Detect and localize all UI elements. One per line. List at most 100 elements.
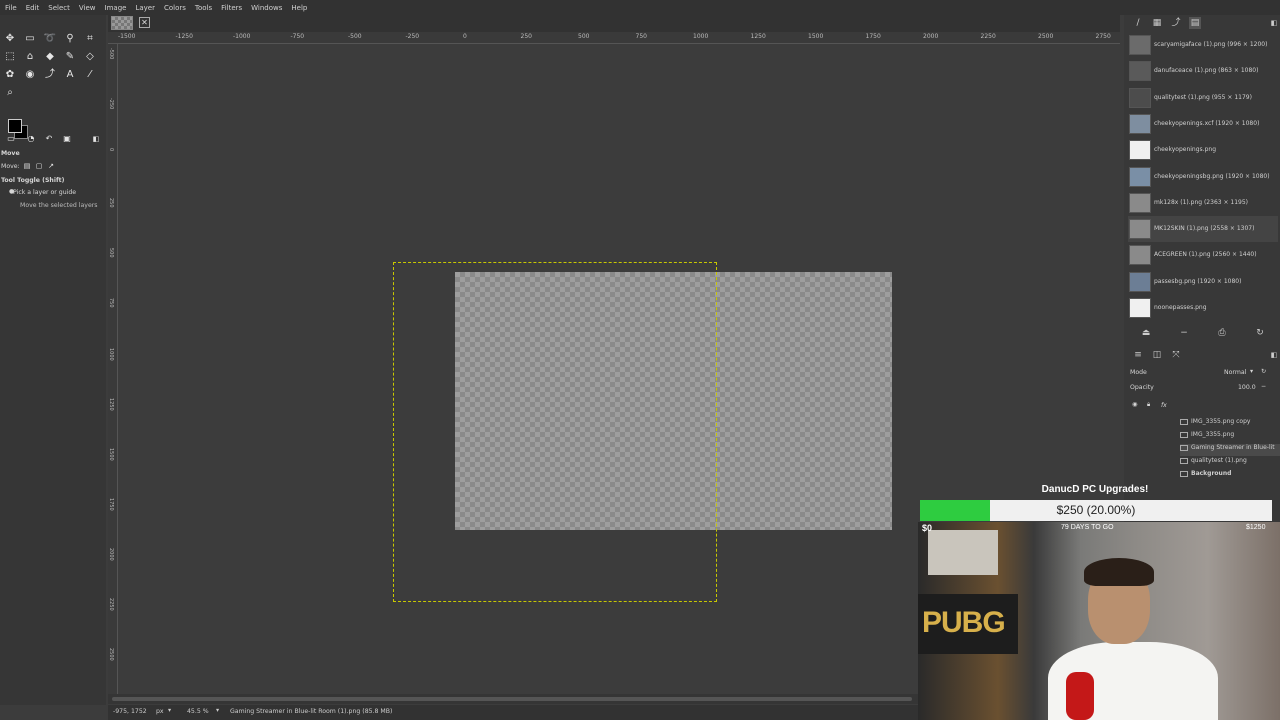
- panel-menu-icon[interactable]: ◧: [1268, 17, 1280, 29]
- images-tab-icon[interactable]: ▤: [1189, 17, 1201, 29]
- mode-select[interactable]: Normal: [1224, 369, 1246, 376]
- layer-row[interactable]: IMG_3355.png copy: [1180, 418, 1250, 430]
- menu-file[interactable]: File: [5, 4, 17, 12]
- fuzzy-select-icon[interactable]: ⚲: [63, 32, 77, 46]
- opacity-label: Opacity: [1130, 384, 1154, 391]
- image-list-item[interactable]: passesbg.png (1920 × 1080): [1128, 269, 1278, 295]
- fx-icon[interactable]: fx: [1161, 402, 1167, 409]
- image-list-item[interactable]: noonepasses.png: [1128, 295, 1278, 321]
- visibility-icon[interactable]: ◉: [1132, 401, 1137, 408]
- text-tool-icon[interactable]: A: [63, 68, 77, 82]
- scroll-thumb[interactable]: [112, 697, 912, 701]
- horizontal-ruler: -1500 -1250 -1000 -750 -500 -250 0 250 500 750 100…: [108, 32, 1120, 44]
- menu-image[interactable]: Image: [105, 4, 127, 12]
- clone-icon[interactable]: ✿: [3, 68, 17, 82]
- lasso-icon[interactable]: ➰: [43, 32, 57, 46]
- menu-help[interactable]: Help: [291, 4, 307, 12]
- images-tab-icon[interactable]: ▣: [60, 132, 74, 146]
- mode-label: Mode: [1130, 369, 1147, 376]
- image-thumbnail: [1129, 166, 1151, 187]
- layer-row[interactable]: Background: [1180, 470, 1231, 482]
- image-list-item[interactable]: mk128x (1).png (2363 × 1195): [1128, 190, 1278, 216]
- refresh-icon[interactable]: ↻: [1254, 327, 1266, 339]
- image-list-item[interactable]: danufaceace (1).png (863 × 1080): [1128, 58, 1278, 84]
- chevron-down-icon[interactable]: ▾: [1250, 368, 1253, 375]
- menu-view[interactable]: View: [79, 4, 96, 12]
- chevron-down-icon[interactable]: ▾: [216, 707, 219, 714]
- unified-transform-icon[interactable]: ⬚: [3, 50, 17, 64]
- panel-menu-icon[interactable]: ◧: [1268, 349, 1280, 361]
- menu-windows[interactable]: Windows: [251, 4, 282, 12]
- opacity-stepper-icon[interactable]: −: [1261, 383, 1266, 390]
- layer-row[interactable]: qualitytest (1).png: [1180, 457, 1247, 469]
- chevron-down-icon[interactable]: ▾: [168, 707, 171, 714]
- ruler-tick-label: -750: [290, 33, 305, 40]
- streamer-hair: [1084, 558, 1154, 586]
- paths-icon[interactable]: ⤴: [43, 68, 57, 82]
- image-label: passesbg.png (1920 × 1080): [1154, 277, 1242, 285]
- menu-layer[interactable]: Layer: [135, 4, 155, 12]
- image-list-item[interactable]: cheekyopenings.xcf (1920 × 1080): [1128, 111, 1278, 137]
- menu-colors[interactable]: Colors: [164, 4, 186, 12]
- image-list-item[interactable]: ACEGREEN (1).png (2560 × 1440): [1128, 242, 1278, 268]
- ruler-tick-label: 1250: [750, 33, 766, 40]
- unit-select[interactable]: px: [156, 708, 164, 715]
- menu-edit[interactable]: Edit: [26, 4, 40, 12]
- print-icon[interactable]: ⎙: [1216, 327, 1228, 339]
- move-tool-icon[interactable]: ✥: [3, 32, 17, 46]
- raise-image-icon[interactable]: ⏏: [1140, 327, 1152, 339]
- option-move-selected[interactable]: Move the selected layers: [20, 202, 98, 209]
- paths-tab-icon[interactable]: ⤧: [1170, 349, 1182, 361]
- lock-icon[interactable]: 🔒︎: [1147, 401, 1150, 409]
- paintbrush-icon[interactable]: ✎: [63, 50, 77, 64]
- option-pick-layer[interactable]: Pick a layer or guide: [13, 189, 76, 196]
- move-path-icon[interactable]: ↗: [44, 159, 58, 173]
- ruler-tick-label: -250: [405, 33, 420, 40]
- ruler-tick-label: 500: [108, 248, 114, 258]
- zoom-icon[interactable]: ⌕: [3, 86, 17, 100]
- goal-days: 79 DAYS TO GO: [1061, 524, 1114, 531]
- eraser-icon[interactable]: ◇: [83, 50, 97, 64]
- fonts-tab-icon[interactable]: ⤴: [1170, 17, 1182, 29]
- image-list-item[interactable]: cheekyopeningsbg.png (1920 × 1080): [1128, 164, 1278, 190]
- move-label: Move:: [1, 163, 20, 170]
- tool-options-tab-icon[interactable]: ▭: [4, 132, 18, 146]
- menu-tools[interactable]: Tools: [195, 4, 212, 12]
- layer-row[interactable]: Gaming Streamer in Blue-lit: [1180, 444, 1280, 456]
- reset-mode-icon[interactable]: ↻: [1261, 368, 1266, 375]
- image-tab-thumbnail[interactable]: [111, 16, 133, 30]
- color-picker-icon[interactable]: ⁄: [83, 68, 97, 82]
- panel-menu-icon[interactable]: ◧: [89, 132, 103, 146]
- layers-tab-icon[interactable]: ≡: [1132, 349, 1144, 361]
- radio-selected-icon[interactable]: ●: [9, 188, 14, 195]
- menu-filters[interactable]: Filters: [221, 4, 242, 12]
- image-label: MK12SKIN (1).png (2558 × 1307): [1154, 225, 1255, 233]
- layer-row[interactable]: IMG_3355.png: [1180, 431, 1234, 443]
- ruler-tick-label: 500: [578, 33, 590, 40]
- warp-icon[interactable]: ⌂: [23, 50, 37, 64]
- channels-tab-icon[interactable]: ◫: [1151, 349, 1163, 361]
- remove-image-icon[interactable]: −: [1178, 327, 1190, 339]
- smudge-icon[interactable]: ◉: [23, 68, 37, 82]
- opacity-value[interactable]: 100.0: [1238, 384, 1256, 391]
- undo-history-icon[interactable]: ↶: [42, 132, 56, 146]
- rect-select-icon[interactable]: ▭: [23, 32, 37, 46]
- device-status-icon[interactable]: ◔: [24, 132, 38, 146]
- goal-end: $1250: [1246, 524, 1266, 531]
- image-list-item[interactable]: MK12SKIN (1).png (2558 × 1307): [1128, 216, 1278, 243]
- close-icon[interactable]: ✕: [139, 17, 150, 28]
- image-list-item[interactable]: scaryamigaface (1).png (996 × 1200): [1128, 32, 1278, 58]
- image-list-item[interactable]: qualitytest (1).png (955 × 1179): [1128, 85, 1278, 111]
- bucket-fill-icon[interactable]: ◆: [43, 50, 57, 64]
- status-message: Gaming Streamer in Blue-lit Room (1).png…: [230, 708, 393, 715]
- pubg-sign: PUBG: [918, 594, 1018, 654]
- image-label: cheekyopenings.xcf (1920 × 1080): [1154, 119, 1260, 127]
- foreground-color-swatch[interactable]: [8, 119, 22, 133]
- zoom-level[interactable]: 45.5 %: [187, 708, 209, 715]
- menu-select[interactable]: Select: [48, 4, 70, 12]
- coords: -975, 1752: [113, 708, 147, 715]
- patterns-tab-icon[interactable]: ▦: [1151, 17, 1163, 29]
- crop-icon[interactable]: ⌗: [83, 32, 97, 46]
- image-list-item[interactable]: cheekyopenings.png: [1128, 137, 1278, 163]
- brushes-tab-icon[interactable]: /: [1132, 17, 1144, 29]
